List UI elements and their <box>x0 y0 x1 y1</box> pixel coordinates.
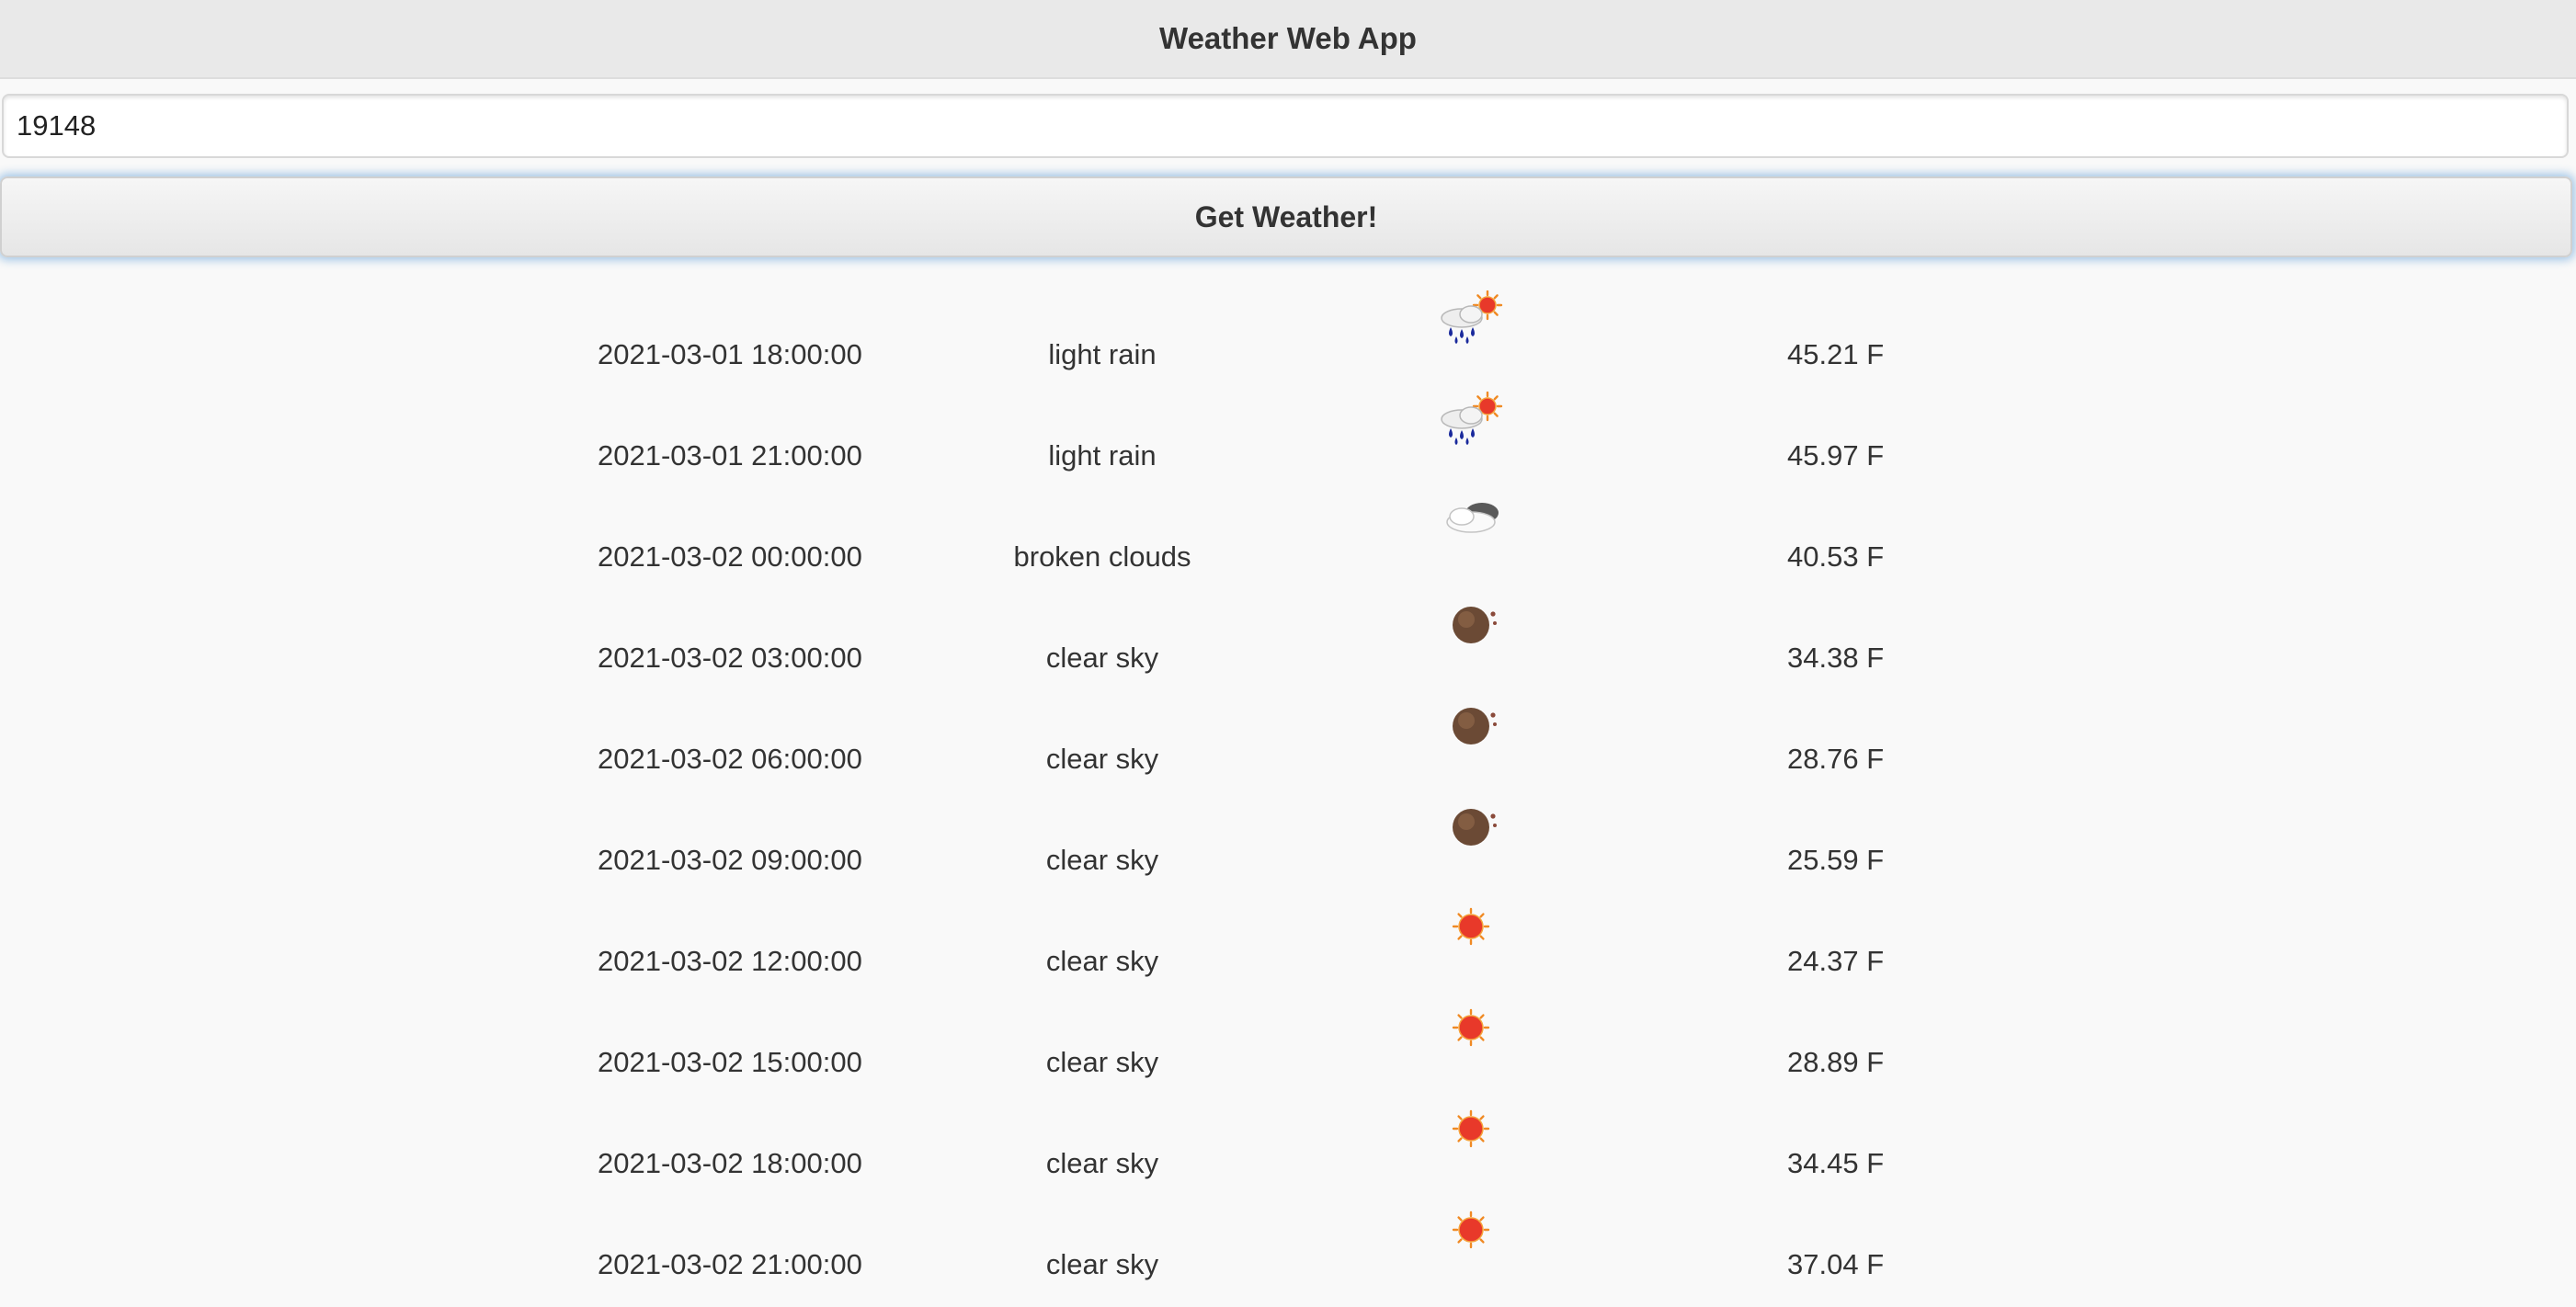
forecast-time: 2021-03-02 03:00:00 <box>598 642 862 674</box>
forecast-row: 2021-03-02 03:00:00 clear sky 34.38 F <box>0 588 2576 689</box>
forecast-temperature: 24.37 F <box>1787 945 1885 977</box>
forecast-description-text: clear sky <box>1045 945 1159 977</box>
clear-night-icon <box>1453 607 1497 643</box>
sun-icon <box>1452 1109 1490 1148</box>
forecast-temperature: 45.21 F <box>1787 338 1885 370</box>
forecast-time: 2021-03-01 18:00:00 <box>598 338 862 370</box>
forecast-time: 2021-03-02 06:00:00 <box>598 743 862 775</box>
forecast-temperature: 37.04 F <box>1787 1248 1885 1280</box>
forecast-description-text: clear sky <box>1045 743 1159 775</box>
broken-clouds-icon <box>1446 503 1499 533</box>
sun-icon <box>1452 1210 1490 1249</box>
forecast-time: 2021-03-01 21:00:00 <box>598 439 862 472</box>
forecast-time: 2021-03-02 15:00:00 <box>598 1046 862 1078</box>
forecast-temperature: 34.38 F <box>1787 642 1885 674</box>
app-title: Weather Web App <box>1159 21 1417 55</box>
forecast-row: 2021-03-02 12:00:00 clear sky 24.37 F <box>0 892 2576 993</box>
forecast-row: 2021-03-01 18:00:00 light rain 45.21 F <box>0 285 2576 386</box>
sun-icon <box>1452 1008 1490 1047</box>
forecast-temperature: 34.45 F <box>1787 1147 1885 1179</box>
forecast-list: 2021-03-01 18:00:00 light rain 45.21 F 2… <box>0 285 2576 1296</box>
forecast-row: 2021-03-02 06:00:00 clear sky 28.76 F <box>0 689 2576 790</box>
get-weather-button-label: Get Weather! <box>1194 199 1378 233</box>
forecast-description-text: light rain <box>1048 338 1157 370</box>
forecast-row: 2021-03-02 15:00:00 clear sky 28.89 F <box>0 993 2576 1094</box>
forecast-temperature: 40.53 F <box>1787 540 1885 573</box>
forecast-description-text: clear sky <box>1045 1046 1159 1078</box>
get-weather-button[interactable]: Get Weather! <box>0 176 2572 257</box>
zip-code-input[interactable] <box>4 96 2567 156</box>
forecast-time: 2021-03-02 18:00:00 <box>598 1147 862 1179</box>
forecast-description-text: light rain <box>1048 439 1157 472</box>
forecast-temperature: 45.97 F <box>1787 439 1885 472</box>
forecast-time: 2021-03-02 00:00:00 <box>598 540 862 573</box>
zip-code-field-wrapper <box>2 94 2569 158</box>
forecast-temperature: 28.76 F <box>1787 743 1885 775</box>
forecast-description-text: broken clouds <box>1013 540 1191 573</box>
forecast-row: 2021-03-02 21:00:00 clear sky 37.04 F <box>0 1195 2576 1296</box>
forecast-time: 2021-03-02 12:00:00 <box>598 945 862 977</box>
forecast-row: 2021-03-01 21:00:00 light rain 45.97 F <box>0 386 2576 487</box>
sun-icon <box>1452 907 1490 946</box>
forecast-time: 2021-03-02 09:00:00 <box>598 844 862 876</box>
forecast-temperature: 28.89 F <box>1787 1046 1885 1078</box>
app-header: Weather Web App <box>0 0 2576 79</box>
forecast-temperature: 25.59 F <box>1787 844 1885 876</box>
light-rain-icon <box>1441 392 1503 445</box>
forecast-time: 2021-03-02 21:00:00 <box>598 1248 862 1280</box>
clear-night-icon <box>1453 708 1497 744</box>
clear-night-icon <box>1453 809 1497 846</box>
forecast-description-text: clear sky <box>1045 1248 1159 1280</box>
forecast-row: 2021-03-02 09:00:00 clear sky 25.59 F <box>0 790 2576 892</box>
light-rain-icon <box>1441 290 1503 344</box>
forecast-description-text: clear sky <box>1045 844 1159 876</box>
forecast-row: 2021-03-02 00:00:00 broken clouds 40.53 … <box>0 487 2576 588</box>
forecast-row: 2021-03-02 18:00:00 clear sky 34.45 F <box>0 1094 2576 1195</box>
forecast-description-text: clear sky <box>1045 642 1159 674</box>
forecast-description-text: clear sky <box>1045 1147 1159 1179</box>
